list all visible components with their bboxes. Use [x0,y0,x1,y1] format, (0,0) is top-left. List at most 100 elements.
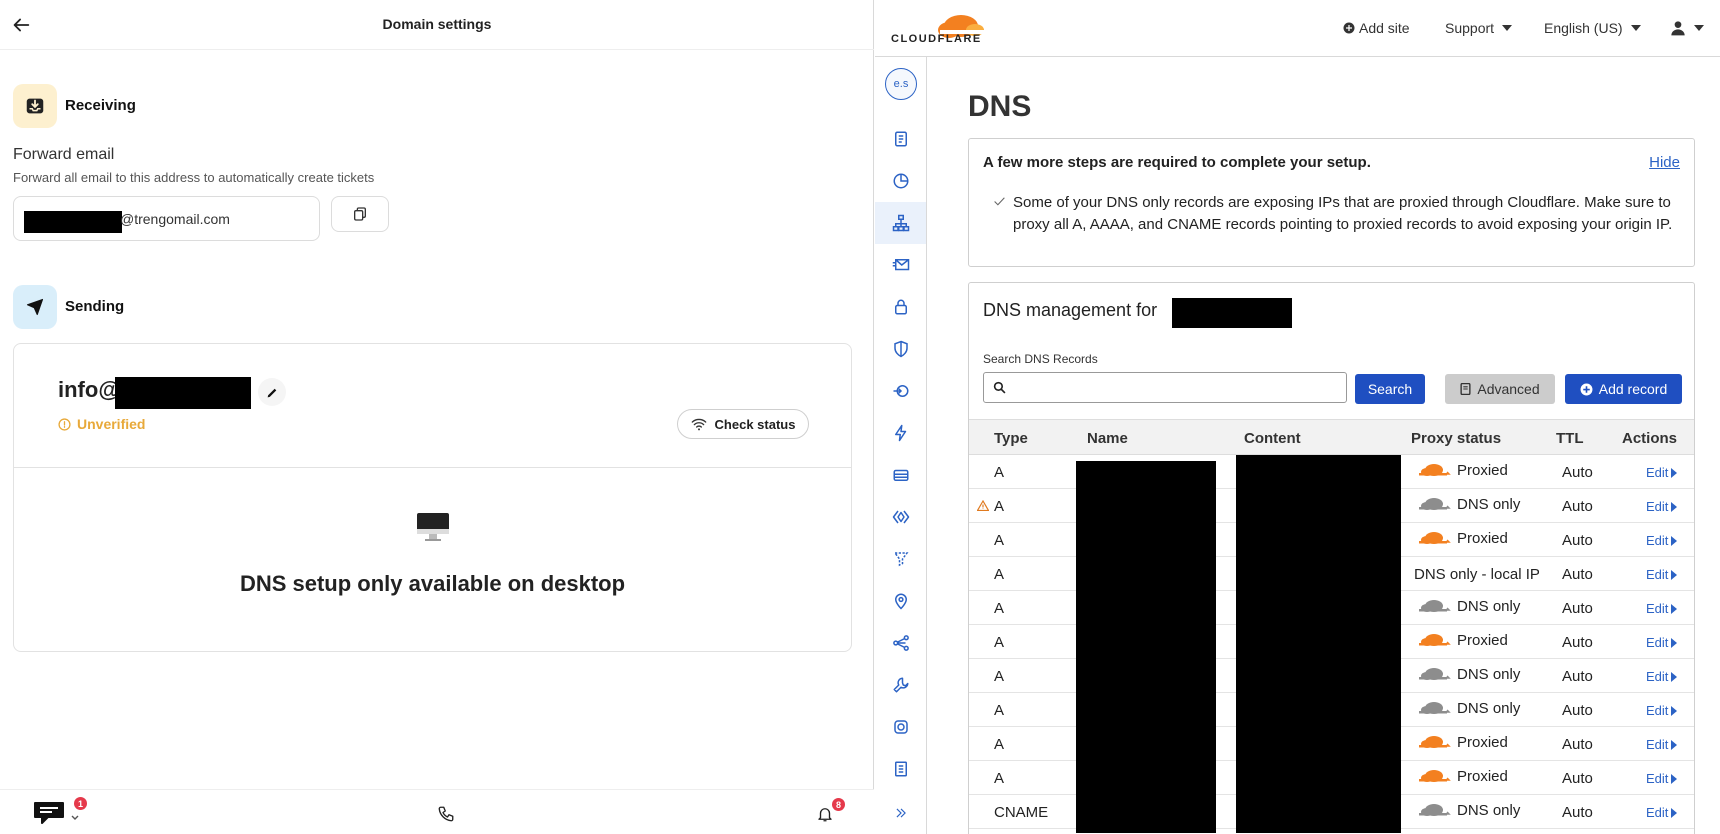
cloudflare-topbar: CLOUDFLARE Add site Support English (US) [875,0,1720,57]
sidebar-item-ssl-lock[interactable] [875,286,926,328]
left-footer: 1 8 [0,789,874,834]
record-type: A [994,634,1005,651]
security-shield-icon [893,340,908,358]
record-type: CNAME [994,804,1049,821]
bell-icon[interactable] [816,805,834,823]
record-ttl: Auto [1562,498,1593,515]
expand-sidebar-button[interactable] [875,792,926,834]
sidebar-item-caching[interactable] [875,454,926,496]
ssl-lock-icon [894,299,907,315]
edit-label: Edit [1646,635,1669,650]
email-domain: @trengomail.com [120,211,230,227]
edit-record-button[interactable]: Edit [1646,465,1678,480]
redacted-content-column [1236,455,1401,833]
sidebar-item-network-pin[interactable] [875,580,926,622]
proxy-status-toggle[interactable]: Proxied [1417,732,1508,752]
edit-record-button[interactable]: Edit [1646,771,1678,786]
forward-email-field[interactable]: @trengomail.com [13,196,320,241]
hide-link[interactable]: Hide [1649,154,1680,171]
warning-circle-icon [58,417,71,431]
sidebar-item-overview[interactable] [875,118,926,160]
add-record-button[interactable]: Add record [1565,374,1682,404]
edit-address-button[interactable] [258,378,286,406]
sidebar-item-apps[interactable] [875,706,926,748]
sending-domain-card: info@ Unverified Check status DNS setup … [13,343,852,652]
sidebar-item-traffic[interactable] [875,622,926,664]
edit-record-button[interactable]: Edit [1646,737,1678,752]
trengo-logo-menu[interactable] [32,800,66,826]
proxy-status-toggle[interactable]: Proxied [1417,528,1508,548]
notification-badge: 8 [832,798,845,811]
proxy-status: DNS only [1457,597,1521,615]
proxy-status: Proxied [1457,461,1508,479]
search-records-field[interactable] [983,372,1347,403]
search-button[interactable]: Search [1355,374,1425,404]
col-type[interactable]: Type [994,430,1028,447]
support-menu[interactable]: Support [1445,20,1513,36]
edit-record-button[interactable]: Edit [1646,499,1678,514]
sidebar-item-speed-bolt[interactable] [875,412,926,454]
record-ttl: Auto [1562,702,1593,719]
proxy-status-toggle[interactable]: DNS only [1417,800,1520,820]
phone-icon[interactable] [437,805,455,823]
proxy-status-toggle[interactable]: Proxied [1417,766,1508,786]
edit-label: Edit [1646,771,1669,786]
sidebar-item-workers[interactable] [875,496,926,538]
speed-bolt-icon [894,424,906,442]
edit-label: Edit [1646,533,1669,548]
proxy-status-toggle[interactable]: Proxied [1417,630,1508,650]
redacted-name-column [1076,461,1216,833]
proxy-status-toggle[interactable]: DNS only [1417,596,1520,616]
record-ttl: Auto [1562,736,1593,753]
copy-button[interactable] [331,196,389,232]
wifi-icon [691,418,706,431]
edit-record-button[interactable]: Edit [1646,533,1678,548]
col-content[interactable]: Content [1244,430,1301,447]
copy-icon [354,207,366,221]
desktop-only-message: DNS setup only available on desktop [239,571,626,596]
sidebar-item-security-shield[interactable] [875,328,926,370]
sender-address: info@ [58,377,120,402]
account-avatar[interactable]: e.s [885,68,917,100]
email-icon [892,259,909,271]
plus-circle-icon [1343,22,1355,34]
record-type: A [994,532,1005,549]
sidebar-item-analytics[interactable] [875,160,926,202]
caret-right-icon [1671,671,1678,682]
dns-only-cloud-icon [1419,498,1451,510]
col-ttl[interactable]: TTL [1556,430,1584,447]
check-status-button[interactable]: Check status [677,409,809,439]
warning-triangle-icon [977,500,989,511]
edit-record-button[interactable]: Edit [1646,635,1678,650]
edit-record-button[interactable]: Edit [1646,805,1678,820]
sidebar-item-access[interactable] [875,370,926,412]
proxy-status-toggle[interactable]: DNS only [1417,664,1520,684]
page-title: Domain settings [382,16,492,32]
record-type: A [994,498,1005,515]
advanced-button[interactable]: Advanced [1445,374,1555,404]
account-menu[interactable] [1670,20,1704,36]
sidebar-item-rules[interactable] [875,538,926,580]
col-name[interactable]: Name [1087,430,1128,447]
proxy-status-toggle[interactable]: DNS only [1417,698,1520,718]
proxy-status-toggle[interactable]: DNS only [1417,494,1520,514]
sidebar-item-dns[interactable] [875,202,926,244]
sidebar-item-custom-pages[interactable] [875,664,926,706]
inbox-badge: 1 [74,797,87,810]
edit-record-button[interactable]: Edit [1646,703,1678,718]
workers-icon [892,510,909,524]
search-icon [993,381,1006,394]
language-menu[interactable]: English (US) [1544,20,1641,36]
caret-right-icon [1671,501,1678,512]
proxied-cloud-icon [1419,770,1451,782]
add-site-link[interactable]: Add site [1343,20,1410,36]
col-proxy-status[interactable]: Proxy status [1411,430,1501,447]
proxy-status-toggle[interactable]: Proxied [1417,460,1508,480]
edit-record-button[interactable]: Edit [1646,601,1678,616]
search-records-input[interactable] [1010,377,1340,399]
chevron-down-icon[interactable] [71,815,79,821]
edit-record-button[interactable]: Edit [1646,669,1678,684]
sidebar-item-email[interactable] [875,244,926,286]
sidebar-item-scrape-shield[interactable] [875,748,926,790]
edit-record-button[interactable]: Edit [1646,567,1678,582]
